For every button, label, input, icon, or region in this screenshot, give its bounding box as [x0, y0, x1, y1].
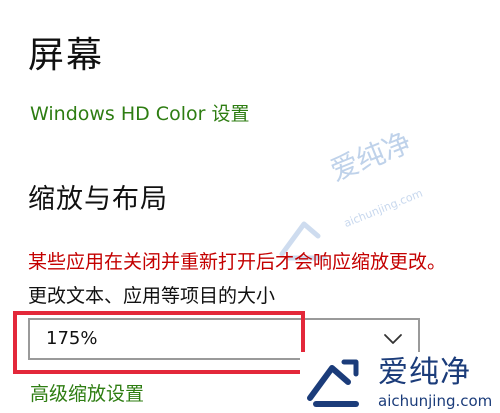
restart-warning-text: 某些应用在关闭并重新打开后才会响应缩放更改。	[28, 251, 447, 273]
scale-size-label: 更改文本、应用等项目的大小	[28, 285, 276, 307]
highlight-annotation-box	[13, 311, 305, 374]
watermark-corner: 爱纯净 aichunjing.com	[300, 352, 500, 413]
aichunjing-logo	[307, 359, 359, 407]
chevron-down-icon	[384, 334, 402, 344]
windows-hd-color-settings-link[interactable]: Windows HD Color 设置	[30, 101, 249, 127]
advanced-scaling-settings-link[interactable]: 高级缩放设置	[30, 381, 144, 407]
scale-layout-heading: 缩放与布局	[28, 184, 168, 215]
display-settings-page: 屏幕 Windows HD Color 设置 爱纯净 aichunjing.co…	[0, 0, 500, 413]
page-title: 屏幕	[28, 35, 105, 76]
watermark-corner-url: aichunjing.com	[378, 392, 493, 410]
watermark-corner-brand: 爱纯净	[378, 355, 471, 390]
